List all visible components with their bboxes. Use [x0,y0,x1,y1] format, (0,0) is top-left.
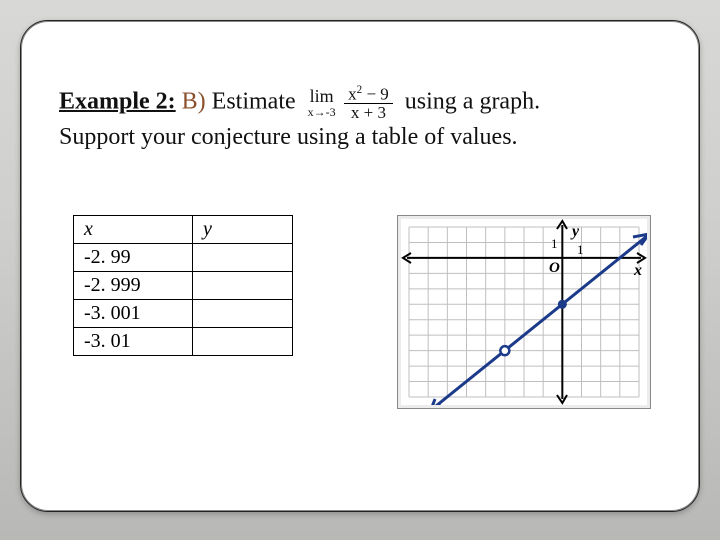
content-row: x y -2. 99 -2. 999 -3. 001 -3. 01 [59,215,661,409]
y-axis-label: y [570,223,580,240]
graph-plot: y x O 1 1 [401,219,647,405]
cell-y [193,244,293,272]
cell-x: -2. 999 [74,272,193,300]
tail-1: using a graph. [405,88,540,114]
cell-x: -3. 001 [74,300,193,328]
x-tick-1: 1 [577,242,584,257]
value-table: x y -2. 99 -2. 999 -3. 001 -3. 01 [73,215,293,356]
table-row: -3. 001 [74,300,293,328]
cell-x: -2. 99 [74,244,193,272]
cell-x: -3. 01 [74,328,193,356]
verb: Estimate [212,88,296,114]
cell-y [193,300,293,328]
origin-label: O [549,260,560,276]
y-tick-1: 1 [551,236,558,251]
table-row: -3. 01 [74,328,293,356]
tail-2: Support your conjecture using a table of… [59,124,518,150]
limit-expression: lim x→-3 x2 − 9 x + 3 [308,85,393,121]
problem-statement: Example 2: B) Estimate lim x→-3 x2 − 9 x… [59,85,661,153]
col-head-y: y [193,216,293,244]
lim-denominator: x + 3 [344,104,393,121]
lim-numerator: x2 − 9 [344,85,393,104]
slide-card: Example 2: B) Estimate lim x→-3 x2 − 9 x… [20,20,700,512]
graph-frame: y x O 1 1 [397,215,651,409]
lim-word: lim [308,87,336,105]
table-row: -2. 99 [74,244,293,272]
cell-y [193,328,293,356]
example-label: Example 2: [59,88,176,114]
x-axis-label: x [633,262,642,279]
part-label: B) [182,88,206,114]
col-head-x: x [74,216,193,244]
cell-y [193,272,293,300]
table-row: x y [74,216,293,244]
table-row: -2. 999 [74,272,293,300]
lim-approach: x→-3 [308,106,336,118]
